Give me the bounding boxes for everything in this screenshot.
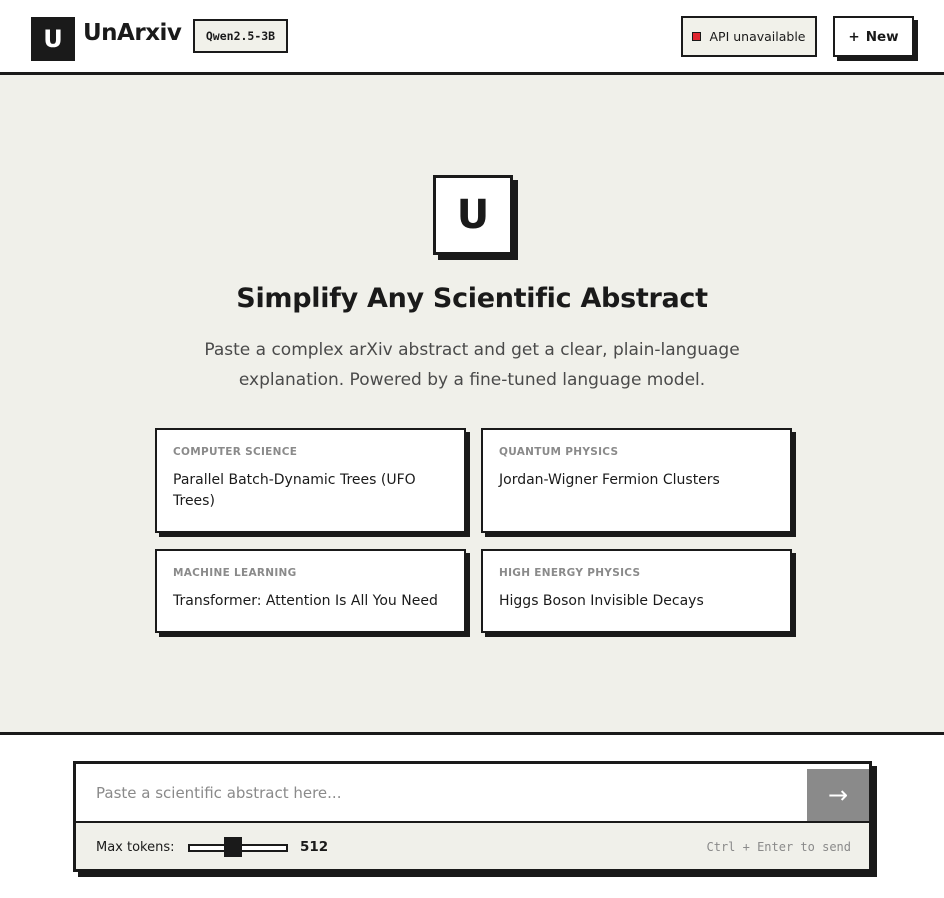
status-dot-icon bbox=[692, 32, 702, 41]
card-title: Parallel Batch-Dynamic Trees (UFO Trees) bbox=[173, 472, 416, 509]
card-title: Jordan-Wigner Fermion Clusters bbox=[499, 472, 720, 488]
card-title: Transformer: Attention Is All You Need bbox=[173, 593, 438, 609]
slider-thumb[interactable] bbox=[224, 837, 242, 857]
example-card-quantum-physics[interactable]: QUANTUM PHYSICS Jordan-Wigner Fermion Cl… bbox=[481, 428, 792, 533]
hero-title: Simplify Any Scientific Abstract bbox=[236, 283, 708, 314]
max-tokens-label: Max tokens: bbox=[96, 840, 175, 855]
composer: → Max tokens: 512 Ctrl + Enter to send bbox=[73, 761, 872, 872]
api-status-badge: API unavailable bbox=[681, 16, 817, 57]
card-category: MACHINE LEARNING bbox=[173, 567, 297, 579]
arrow-right-icon: → bbox=[827, 781, 849, 809]
api-status-label: API unavailable bbox=[709, 29, 806, 44]
send-shortcut-hint: Ctrl + Enter to send bbox=[706, 840, 852, 854]
composer-area: → Max tokens: 512 Ctrl + Enter to send bbox=[0, 732, 944, 898]
card-category: COMPUTER SCIENCE bbox=[173, 446, 298, 458]
send-button[interactable]: → bbox=[807, 769, 869, 821]
example-card-machine-learning[interactable]: MACHINE LEARNING Transformer: Attention … bbox=[155, 549, 466, 633]
input-row: → bbox=[76, 764, 869, 823]
card-title: Higgs Boson Invisible Decays bbox=[499, 593, 704, 609]
example-card-high-energy-physics[interactable]: HIGH ENERGY PHYSICS Higgs Boson Invisibl… bbox=[481, 549, 792, 633]
new-chat-button[interactable]: + New bbox=[833, 16, 914, 57]
composer-controls: Max tokens: 512 Ctrl + Enter to send bbox=[96, 836, 851, 860]
model-badge: Qwen2.5-3B bbox=[193, 19, 288, 53]
example-card-computer-science[interactable]: COMPUTER SCIENCE Parallel Batch-Dynamic … bbox=[155, 428, 466, 533]
card-category: HIGH ENERGY PHYSICS bbox=[499, 567, 641, 579]
max-tokens-value: 512 bbox=[300, 839, 329, 855]
hero-subtitle: Paste a complex arXiv abstract and get a… bbox=[204, 340, 740, 390]
card-category: QUANTUM PHYSICS bbox=[499, 446, 619, 458]
logo-icon: U bbox=[31, 17, 75, 61]
app-title: UnArxiv bbox=[83, 20, 182, 46]
plus-icon: + bbox=[848, 28, 860, 45]
main-area: U Simplify Any Scientific Abstract Paste… bbox=[0, 75, 944, 732]
app-header: U UnArxiv Qwen2.5-3B API unavailable + N… bbox=[0, 0, 944, 75]
hero-logo-icon: U bbox=[433, 175, 513, 255]
abstract-input[interactable] bbox=[76, 764, 807, 821]
new-button-label: New bbox=[865, 28, 899, 45]
